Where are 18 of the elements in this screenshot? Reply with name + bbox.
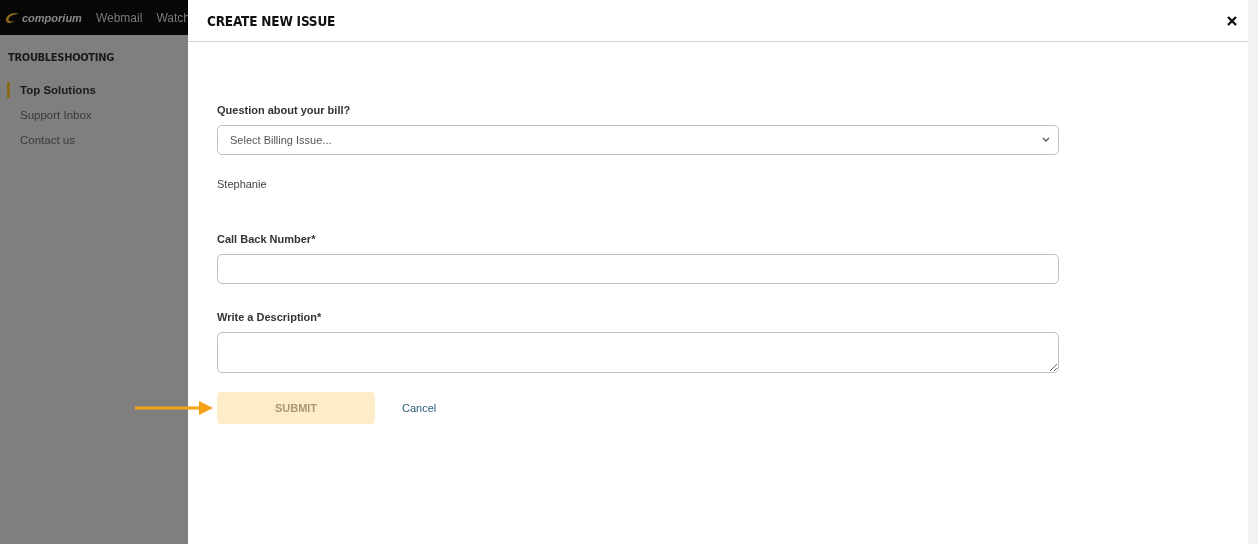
field-label: Write a Description*	[217, 311, 323, 323]
field-label: Question about your bill?	[217, 104, 352, 116]
customer-name: Stephanie	[217, 178, 268, 190]
arrow-icon	[135, 400, 213, 416]
modal-title: CREATE NEW ISSUE	[207, 12, 336, 29]
nav-link[interactable]: Webmail	[95, 10, 143, 25]
billing-dropdown[interactable]: Select Billing Issue...	[217, 125, 1059, 155]
input-field[interactable]	[217, 254, 1059, 284]
logo-text[interactable]: comporium	[22, 11, 82, 24]
cancel-link[interactable]: Cancel	[402, 402, 437, 414]
description-field[interactable]	[217, 332, 1059, 373]
sidebar-title: TROUBLESHOOTING	[8, 51, 115, 64]
chevron-down-icon	[1042, 137, 1050, 143]
sidebar-item[interactable]: Contact us	[7, 132, 188, 148]
field-label: Call Back Number*	[217, 233, 317, 245]
swoosh-icon	[4, 11, 20, 24]
close-icon[interactable]	[1226, 14, 1238, 27]
sidebar-item[interactable]: Support Inbox	[7, 107, 188, 123]
